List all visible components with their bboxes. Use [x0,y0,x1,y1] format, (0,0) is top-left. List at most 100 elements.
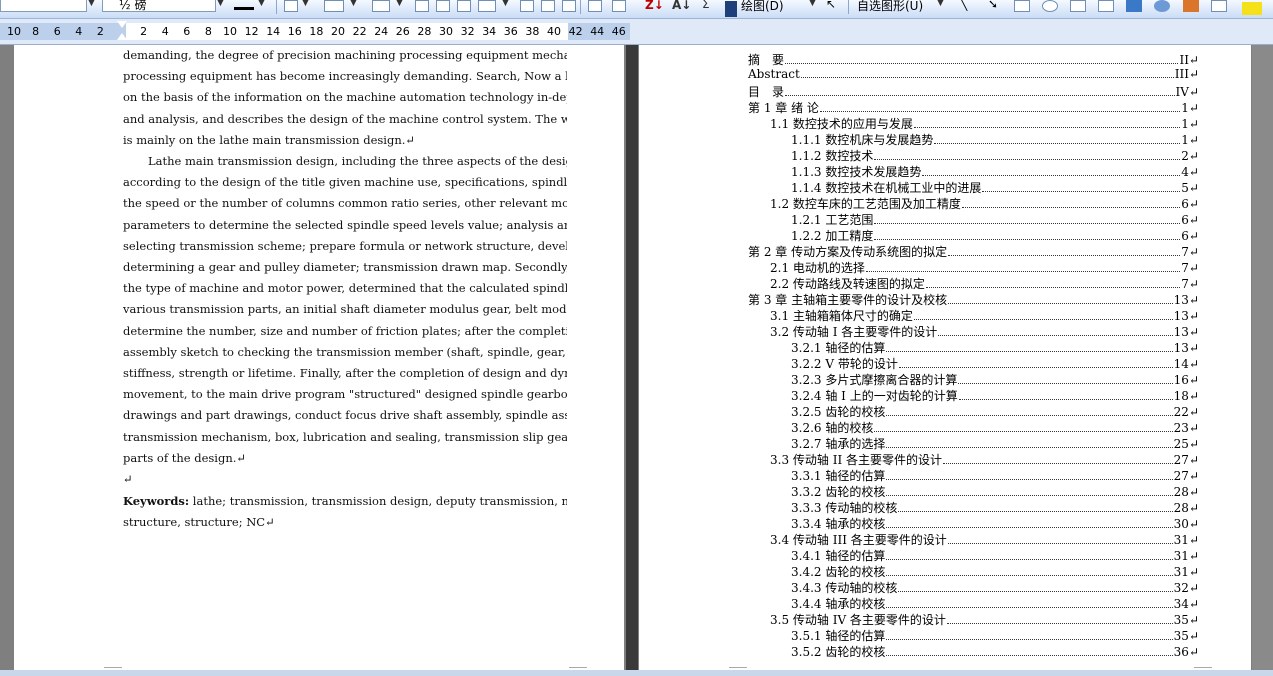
table-icon[interactable] [284,0,298,12]
toc-entry[interactable]: 第 2 章 传动方案及传动系统图的拟定 7↵ [748,243,1199,259]
distribute-rows-icon[interactable] [478,0,496,12]
clip-art-icon[interactable] [1183,0,1199,12]
abstract-line: processing equipment has become increasi… [123,69,567,84]
insert-table-icon[interactable] [372,0,390,12]
table-dropdown-icon[interactable]: ▼ [302,0,309,12]
insert-table-dropdown-icon[interactable]: ▼ [396,0,403,12]
toc-entry[interactable]: 第 1 章 绪 论 1↵ [748,99,1199,115]
drawing-menu[interactable]: 绘图(D) [741,0,784,13]
toc-entry[interactable]: 3.2.2 V 带轮的设计 14↵ [791,355,1199,371]
toc-entry[interactable]: 3.3.3 传动轴的校核 28↵ [791,499,1199,515]
toc-entry[interactable]: 3.2.4 轴 I 上的一对齿轮的计算 18↵ [791,387,1199,403]
toc-entry-page: 25↵ [1173,437,1199,451]
font-name-dropdown-icon[interactable]: ▼ [88,0,95,12]
toc-entry[interactable]: 1.1.4 数控技术在机械工业中的进展 5↵ [791,179,1199,195]
grid-icon[interactable] [612,0,626,12]
toolbar-separator [276,0,277,14]
abstract-line: assembly sketch to checking the transmis… [123,344,567,359]
toc-leader-dots [886,470,1173,480]
drawing-dropdown-icon[interactable]: ▼ [809,0,816,12]
toc-leader-dots [898,582,1173,592]
distribute-columns-icon[interactable] [520,0,534,12]
ruler-tick-label: 32 [460,25,475,38]
arrow-icon[interactable]: ➘ [988,0,998,11]
toc-leader-dots [898,358,1173,368]
autofit-icon[interactable] [541,0,555,12]
shading-dropdown-icon[interactable]: ▼ [350,0,357,12]
toc-entry[interactable]: 2.1 电动机的选择 7↵ [770,259,1199,275]
line-color-icon[interactable] [234,7,254,10]
insert-picture-icon[interactable] [588,0,602,12]
toc-entry[interactable]: 2.2 传动路线及转速图的拟定 7↵ [770,275,1199,291]
fill-color-icon[interactable] [1242,2,1262,15]
toolbar-options-icon[interactable] [725,1,737,17]
horizontal-ruler[interactable]: 10 8 6 4 2 2 4 6 8 10 12 14 16 18 20 22 24 26 28 30 32 34 36 38… [0,19,1273,45]
toc-entry[interactable]: 3.2 传动轴 I 各主要零件的设计 13↵ [770,323,1199,339]
distribute-dropdown-icon[interactable]: ▼ [502,0,509,12]
text-box-icon[interactable] [1070,0,1086,12]
toc-entry[interactable]: 3.4.3 传动轴的校核 32↵ [791,579,1199,595]
picture-icon[interactable] [1211,0,1227,12]
document-page-right[interactable]: 摘 要 II↵ Abstract III↵ 目 录 IV↵ 第 1 章 绪 论 1↵ 1.1 数… [639,45,1251,670]
merge-cells-icon[interactable] [415,0,429,12]
toc-entry[interactable]: 1.2 数控车床的工艺范围及加工精度 6↵ [770,195,1199,211]
toc-entry[interactable]: 3.5.1 轴径的估算 35↵ [791,627,1199,643]
toc-entry[interactable]: 3.2.3 多片式摩擦离合器的计算 16↵ [791,371,1199,387]
line-color-dropdown-icon[interactable]: ▼ [258,0,265,12]
toc-entry[interactable]: Abstract III↵ [748,67,1199,83]
toc-entry[interactable]: 3.3 传动轴 II 各主要零件的设计 27↵ [770,451,1199,467]
autosum-icon[interactable]: Σ [702,0,710,11]
autoshapes-menu[interactable]: 自选图形(U) [857,0,923,13]
font-name-field[interactable] [0,0,87,12]
toc-entry[interactable]: 目 录 IV↵ [748,83,1199,99]
toc-entry[interactable]: 摘 要 II↵ [748,51,1199,67]
sort-descending-icon[interactable]: Z↓ [645,0,664,12]
toc-entry[interactable]: 3.5 传动轴 IV 各主要零件的设计 35↵ [770,611,1199,627]
toc-entry[interactable]: 3.3.1 轴径的估算 27↵ [791,467,1199,483]
line-icon[interactable]: ╲ [960,0,967,11]
sort-ascending-icon[interactable]: A↓ [672,0,691,12]
toc-entry[interactable]: 3.3.4 轴承的校核 30↵ [791,515,1199,531]
toc-entry[interactable]: 3.4.1 轴径的估算 31↵ [791,547,1199,563]
split-cells-icon[interactable] [436,0,450,12]
ruler-tick-label: 6 [53,25,61,38]
oval-icon[interactable] [1042,0,1058,12]
document-page-left[interactable]: demanding, the degree of precision machi… [14,45,624,670]
toc-entry[interactable]: 3.2.7 轴承的选择 25↵ [791,435,1199,451]
toc-entry[interactable]: 1.1.3 数控技术发展趋势 4↵ [791,163,1199,179]
wordart-icon[interactable] [1126,0,1142,12]
toc-entry[interactable]: 1.1 数控技术的应用与发展 1↵ [770,115,1199,131]
table-autoformat-icon[interactable] [562,0,576,12]
toc-entry-title: 第 1 章 绪 论 [748,101,819,115]
autoshapes-dropdown-icon[interactable]: ▼ [937,0,944,12]
toc-entry[interactable]: 3.2.1 轴径的估算 13↵ [791,339,1199,355]
hanging-indent-marker[interactable] [117,33,127,40]
toc-entry[interactable]: 第 3 章 主轴箱主要零件的设计及校核 13↵ [748,291,1199,307]
shading-icon[interactable] [324,0,344,12]
toc-entry[interactable]: 1.1.1 数控机床与发展趋势 1↵ [791,131,1199,147]
select-objects-icon[interactable]: ↖ [826,0,836,11]
toc-entry[interactable]: 3.4 传动轴 III 各主要零件的设计 31↵ [770,531,1199,547]
toc-entry[interactable]: 3.4.2 齿轮的校核 31↵ [791,563,1199,579]
rectangle-icon[interactable] [1014,0,1030,12]
toc-entry[interactable]: 3.2.5 齿轮的校核 22↵ [791,403,1199,419]
toc-entry[interactable]: 3.2.6 轴的校核 23↵ [791,419,1199,435]
toc-entry[interactable]: 3.3.2 齿轮的校核 28↵ [791,483,1199,499]
toc-entry[interactable]: 3.1 主轴箱箱体尺寸的确定 13↵ [770,307,1199,323]
toc-entry-page: 13↵ [1173,309,1199,323]
font-size-field[interactable]: ½ 磅 [102,0,216,12]
diagram-icon[interactable] [1154,0,1170,12]
abstract-line: the type of machine and motor power, det… [123,281,567,296]
toc-leader-dots [886,342,1173,352]
toc-entry[interactable]: 3.5.2 齿轮的校核 36↵ [791,643,1199,659]
first-line-indent-marker[interactable] [117,21,127,28]
toc-entry[interactable]: 3.4.4 轴承的校核 34↵ [791,595,1199,611]
align-cells-icon[interactable] [457,0,471,12]
toc-entry[interactable]: 1.2.1 工艺范围 6↵ [791,211,1199,227]
toc-entry[interactable]: 1.1.2 数控技术 2↵ [791,147,1199,163]
toc-leader-dots [898,502,1173,512]
font-size-dropdown-icon[interactable]: ▼ [217,0,224,12]
toc-entry-page: 1↵ [1181,133,1199,147]
vertical-text-box-icon[interactable] [1098,0,1114,12]
toc-entry[interactable]: 1.2.2 加工精度 6↵ [791,227,1199,243]
